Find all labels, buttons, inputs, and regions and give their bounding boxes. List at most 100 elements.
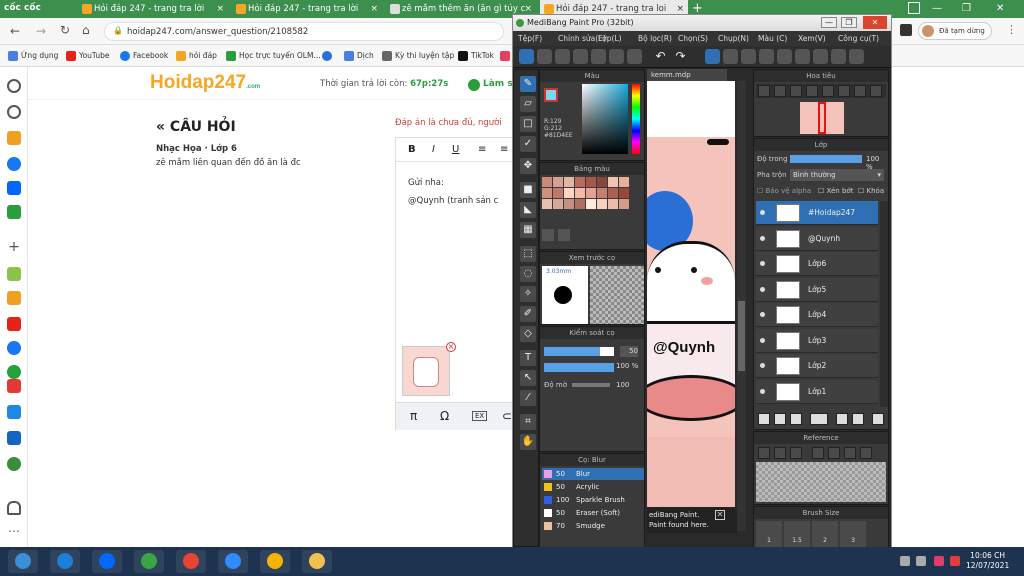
layer-row[interactable]: Lớp3 [756, 328, 878, 353]
select-pen-icon[interactable]: ✐ [520, 306, 536, 322]
snap-curve-icon[interactable] [831, 49, 846, 64]
layer-row[interactable]: #Hoidap247 [756, 201, 878, 225]
palette-swatch[interactable] [564, 177, 574, 187]
menu-icon[interactable]: ⋮ [1006, 23, 1017, 36]
visibility-eye-icon[interactable] [760, 210, 765, 215]
spotify-icon[interactable] [7, 365, 21, 379]
bucket-tool-icon[interactable]: ◣ [520, 202, 536, 218]
brush-size-preset[interactable]: 2 [812, 521, 838, 547]
layer-row[interactable]: Lớp2 [756, 354, 878, 378]
layer-row[interactable]: Lớp5 [756, 277, 878, 302]
bookmark-exam[interactable]: Kỳ thi luyện tập [382, 49, 454, 63]
check-tool-icon[interactable]: ✓ [520, 136, 536, 152]
palette-swatch[interactable] [586, 199, 596, 209]
notification-bell-icon[interactable] [7, 501, 21, 515]
profile-button[interactable]: Đã tạm dừng [918, 22, 992, 40]
layer-scrollbar[interactable] [880, 201, 888, 407]
primary-color-swatch[interactable] [544, 88, 558, 102]
browser-tab-2[interactable]: Hỏi đáp 247 - trang tra lời × [232, 0, 382, 18]
visibility-eye-icon[interactable] [760, 363, 765, 368]
palette-swatch[interactable] [597, 177, 607, 187]
paint-taskbar-button[interactable] [260, 550, 290, 573]
reference-actual-icon[interactable] [860, 447, 872, 459]
close-tab-icon[interactable]: × [370, 0, 378, 18]
site-logo[interactable]: Hoidap247.com [150, 72, 260, 94]
scroll-thumb[interactable] [738, 301, 745, 371]
align-left-button[interactable]: ≡ [478, 144, 486, 155]
operation-tool-icon[interactable]: ↖ [520, 370, 536, 386]
palette-swatch[interactable] [586, 177, 596, 187]
rect-tool-icon[interactable]: □ [520, 116, 536, 132]
rotate-right-icon[interactable] [838, 85, 850, 97]
menu-item[interactable]: Chụp(N) [718, 31, 749, 46]
minimize-icon[interactable]: — [821, 17, 837, 28]
brush-list-item[interactable]: 50 Eraser (Soft) [542, 507, 644, 519]
density-slider[interactable] [572, 383, 610, 387]
add-icon[interactable]: + [7, 240, 21, 255]
coccoc-taskbar-button[interactable] [134, 550, 164, 573]
undo-icon[interactable]: ↶ [653, 49, 668, 64]
layer-row[interactable]: Lớp4 [756, 303, 878, 327]
visibility-eye-icon[interactable] [760, 388, 765, 394]
align-center-button[interactable]: ≡ [500, 144, 508, 155]
reference-cloud-icon[interactable] [758, 447, 770, 459]
home-icon[interactable]: ⌂ [82, 23, 90, 37]
lock-checkbox[interactable]: ☐ Khóa [858, 187, 884, 195]
new-8bit-layer-icon[interactable] [790, 413, 802, 425]
ie-taskbar-button[interactable] [50, 550, 80, 573]
brush-size-preset[interactable]: 3 [840, 521, 866, 547]
layer-opacity-slider[interactable] [790, 155, 862, 163]
back-arrow-icon[interactable]: ← [10, 24, 20, 38]
italic-button[interactable]: I [432, 144, 435, 155]
fill-rect-tool-icon[interactable]: ■ [520, 182, 536, 198]
select-tool-icon[interactable]: ⬚ [520, 246, 536, 262]
snap-cross-icon[interactable] [777, 49, 792, 64]
tray-volume-icon[interactable] [900, 556, 910, 566]
reference-zoom-in-icon[interactable] [812, 447, 824, 459]
minimize-icon[interactable]: — [932, 0, 942, 18]
reference-fit-icon[interactable] [844, 447, 856, 459]
palette-add-icon[interactable] [542, 229, 554, 241]
blend-mode-select[interactable]: Bình thường ▾ [790, 169, 884, 181]
layer-row[interactable]: @Quynh [756, 226, 878, 251]
palette-swatch[interactable] [564, 188, 574, 198]
palette-swatch[interactable] [619, 199, 629, 209]
palette-swatch[interactable] [542, 177, 552, 187]
move-tool-icon[interactable]: ✥ [520, 158, 536, 174]
new-folder-icon[interactable] [836, 413, 848, 425]
omega-button[interactable]: Ω [440, 409, 449, 423]
facebook-icon[interactable] [7, 341, 21, 355]
fit-icon[interactable] [790, 85, 802, 97]
protect-alpha-checkbox[interactable]: ☐ Bảo vệ alpha [757, 187, 811, 195]
zoom-in-icon[interactable] [758, 85, 770, 97]
clock[interactable]: 10:06 CH 12/07/2021 [966, 551, 1009, 571]
forward-arrow-icon[interactable]: → [36, 24, 46, 38]
bookmark-facebook[interactable]: Facebook [120, 49, 168, 63]
menu-item[interactable]: Tệp(F) [518, 31, 542, 46]
palette-swatch[interactable] [553, 199, 563, 209]
subset-button[interactable]: ⊂ [502, 409, 512, 423]
bookmark-olm[interactable]: Học trực tuyến OLM... [226, 49, 321, 63]
palette-swatch[interactable] [575, 188, 585, 198]
menu-item[interactable]: Công cụ(T) [838, 31, 879, 46]
brush-list-item[interactable]: 50 Blur [542, 468, 644, 480]
visibility-eye-icon[interactable] [760, 261, 765, 266]
gradient-tool-icon[interactable]: ▦ [520, 222, 536, 238]
visibility-eye-icon[interactable] [760, 312, 765, 317]
browser-brand[interactable]: cốc cốc [4, 3, 41, 13]
brush-list-item[interactable]: 50 Acrylic [542, 481, 644, 493]
close-tab-icon[interactable]: × [216, 0, 224, 18]
canvas-vertical-scrollbar[interactable] [737, 81, 746, 531]
palette-swatch[interactable] [564, 199, 574, 209]
palette-swatch[interactable] [597, 188, 607, 198]
palette-swatch[interactable] [553, 177, 563, 187]
clipping-checkbox[interactable]: ☐ Xén bớt [818, 187, 853, 195]
settings-icon[interactable] [849, 49, 864, 64]
brush-size-preset[interactable]: 1 [756, 521, 782, 547]
canvas-tab[interactable]: kemm.mdp [647, 69, 727, 81]
menu-item[interactable]: Lớp(L) [598, 31, 622, 46]
layers-icon[interactable] [537, 49, 552, 64]
history-icon[interactable] [7, 105, 21, 119]
brush-size-slider[interactable] [544, 347, 614, 356]
new-layer-icon[interactable] [758, 413, 770, 425]
